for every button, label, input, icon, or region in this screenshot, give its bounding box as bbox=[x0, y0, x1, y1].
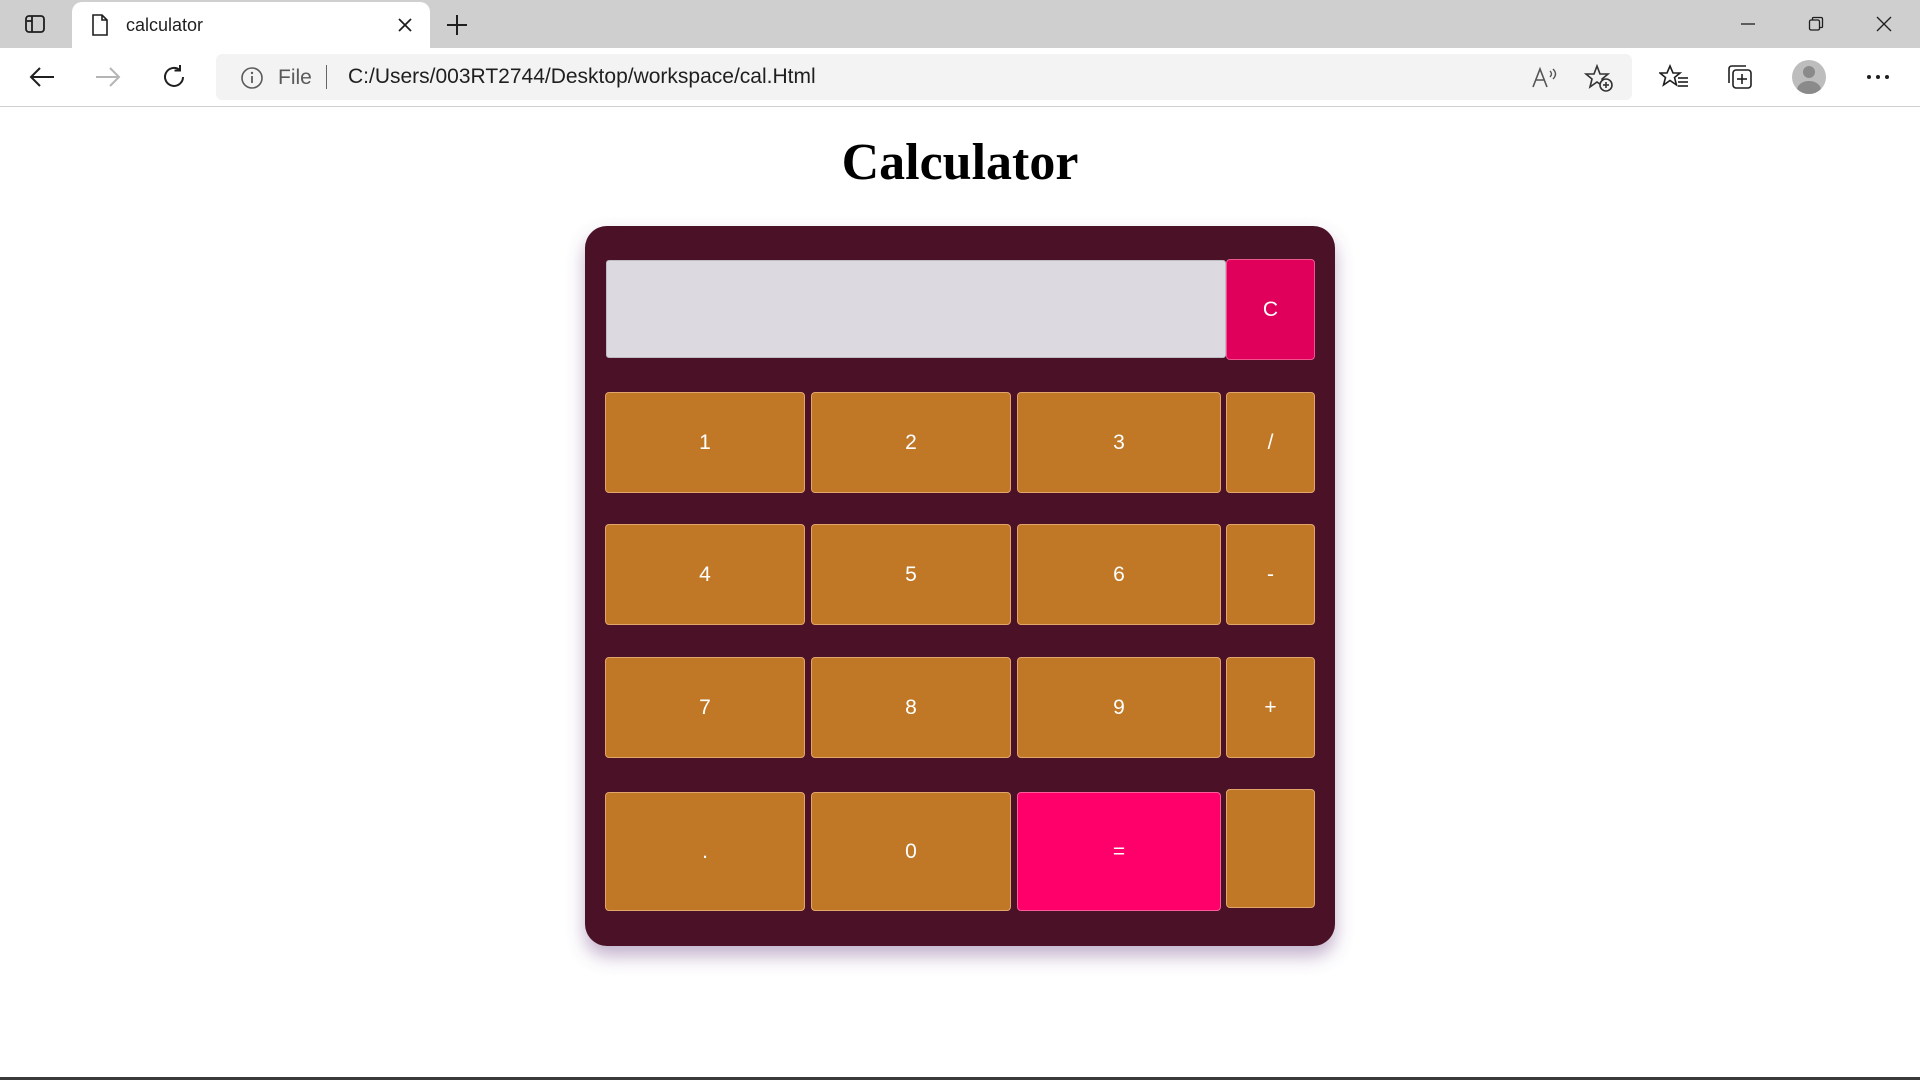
read-aloud-icon bbox=[1532, 66, 1557, 88]
key-3[interactable]: 3 bbox=[1017, 392, 1221, 493]
restore-icon bbox=[1808, 16, 1824, 31]
add-favorite-button[interactable] bbox=[1584, 64, 1614, 92]
address-scheme-label: File bbox=[278, 66, 312, 89]
plus-button[interactable]: + bbox=[1226, 657, 1315, 758]
minus-button[interactable]: - bbox=[1226, 524, 1315, 625]
more-icon bbox=[1867, 75, 1889, 79]
info-icon[interactable] bbox=[240, 66, 264, 90]
key-5[interactable]: 5 bbox=[811, 524, 1011, 625]
calculator: C 1 2 3 / 4 5 6 - 7 8 9 + . 0 = bbox=[585, 226, 1335, 946]
minimize-button[interactable] bbox=[1714, 0, 1782, 48]
avatar-head bbox=[1803, 66, 1815, 78]
key-6[interactable]: 6 bbox=[1017, 524, 1221, 625]
calculator-display[interactable] bbox=[606, 260, 1226, 358]
key-0[interactable]: 0 bbox=[811, 792, 1011, 911]
favorites-icon bbox=[1659, 64, 1688, 87]
equals-button[interactable]: = bbox=[1017, 792, 1221, 911]
restore-button[interactable] bbox=[1782, 0, 1850, 48]
window-close-button[interactable] bbox=[1850, 0, 1918, 48]
new-tab-button[interactable] bbox=[442, 10, 472, 40]
arrow-left-icon bbox=[29, 67, 54, 87]
page-title: Calculator bbox=[841, 134, 1079, 191]
star-add-icon bbox=[1584, 64, 1613, 92]
refresh-button[interactable] bbox=[156, 59, 192, 95]
plus-icon bbox=[447, 15, 467, 35]
read-aloud-button[interactable] bbox=[1530, 64, 1560, 92]
key-9[interactable]: 9 bbox=[1017, 657, 1221, 758]
tab-close-button[interactable] bbox=[394, 14, 416, 36]
tab-strip: calculator bbox=[0, 0, 1920, 48]
forward-button[interactable] bbox=[90, 59, 126, 95]
profile-avatar[interactable] bbox=[1792, 60, 1826, 94]
more-options-button[interactable] bbox=[1860, 59, 1896, 95]
close-icon bbox=[398, 18, 412, 32]
back-button[interactable] bbox=[24, 59, 60, 95]
address-bar[interactable]: File C:/Users/003RT2744/Desktop/workspac… bbox=[216, 54, 1632, 100]
close-icon bbox=[1876, 16, 1892, 32]
divide-button[interactable]: / bbox=[1226, 392, 1315, 493]
tab-actions-button[interactable] bbox=[12, 8, 58, 40]
clear-button[interactable]: C bbox=[1226, 259, 1315, 360]
collections-icon bbox=[1728, 65, 1752, 89]
page-viewport: Calculator C 1 2 3 / 4 5 6 - 7 8 9 + . 0… bbox=[0, 107, 1920, 1077]
active-tab[interactable]: calculator bbox=[72, 2, 430, 48]
favorites-button[interactable] bbox=[1656, 59, 1692, 95]
decimal-button[interactable]: . bbox=[605, 792, 805, 911]
browser-toolbar: File C:/Users/003RT2744/Desktop/workspac… bbox=[0, 48, 1920, 107]
tab-actions-icon bbox=[25, 15, 45, 33]
key-8[interactable]: 8 bbox=[811, 657, 1011, 758]
url-text[interactable]: C:/Users/003RT2744/Desktop/workspace/cal… bbox=[348, 65, 816, 89]
key-1[interactable]: 1 bbox=[605, 392, 805, 493]
collections-button[interactable] bbox=[1722, 59, 1758, 95]
blank-button[interactable] bbox=[1226, 789, 1315, 908]
arrow-right-icon bbox=[96, 67, 121, 87]
key-2[interactable]: 2 bbox=[811, 392, 1011, 493]
address-separator bbox=[326, 65, 327, 89]
minimize-icon bbox=[1741, 23, 1755, 25]
page-icon bbox=[92, 14, 108, 36]
avatar-body bbox=[1797, 81, 1821, 94]
key-4[interactable]: 4 bbox=[605, 524, 805, 625]
refresh-icon bbox=[164, 65, 184, 87]
key-7[interactable]: 7 bbox=[605, 657, 805, 758]
tab-title: calculator bbox=[126, 15, 204, 35]
